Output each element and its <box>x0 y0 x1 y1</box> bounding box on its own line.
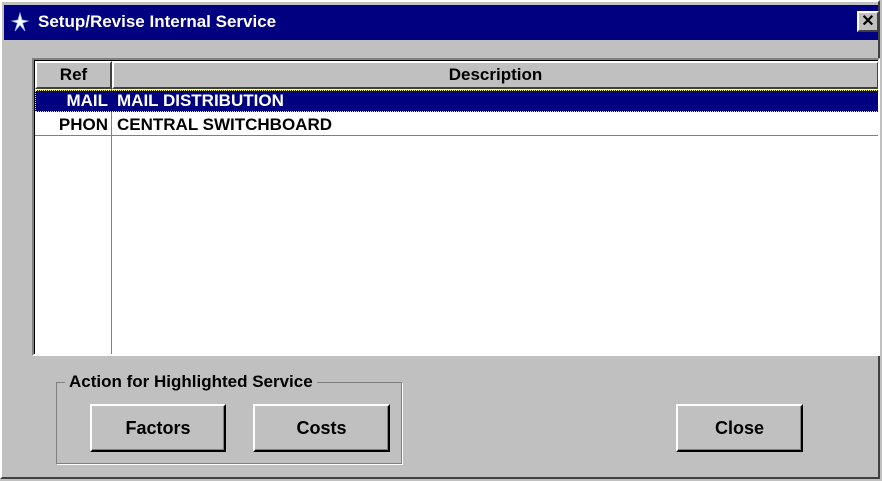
costs-button[interactable]: Costs <box>253 404 390 452</box>
dialog-window: Setup/Revise Internal Service ✕ Ref Desc… <box>0 0 880 479</box>
close-button[interactable]: Close <box>676 404 803 452</box>
list-row-phon[interactable]: PHON CENTRAL SWITCHBOARD <box>35 114 878 136</box>
app-icon <box>10 11 30 32</box>
action-group-label: Action for Highlighted Service <box>65 371 317 393</box>
close-icon[interactable]: ✕ <box>857 11 879 32</box>
row-description: MAIL DISTRIBUTION <box>117 91 284 110</box>
column-header-ref[interactable]: Ref <box>35 61 112 89</box>
window-title: Setup/Revise Internal Service <box>38 12 277 31</box>
row-ref: MAIL <box>66 91 108 110</box>
services-list[interactable]: Ref Description MAIL MAIL DISTRIBUTION P… <box>32 58 880 356</box>
row-ref: PHON <box>58 115 108 134</box>
list-row-mail[interactable]: MAIL MAIL DISTRIBUTION <box>35 90 878 112</box>
factors-button[interactable]: Factors <box>90 404 226 452</box>
row-description: CENTRAL SWITCHBOARD <box>117 115 333 134</box>
column-header-description[interactable]: Description <box>112 61 878 89</box>
title-bar[interactable]: Setup/Revise Internal Service <box>4 5 878 40</box>
